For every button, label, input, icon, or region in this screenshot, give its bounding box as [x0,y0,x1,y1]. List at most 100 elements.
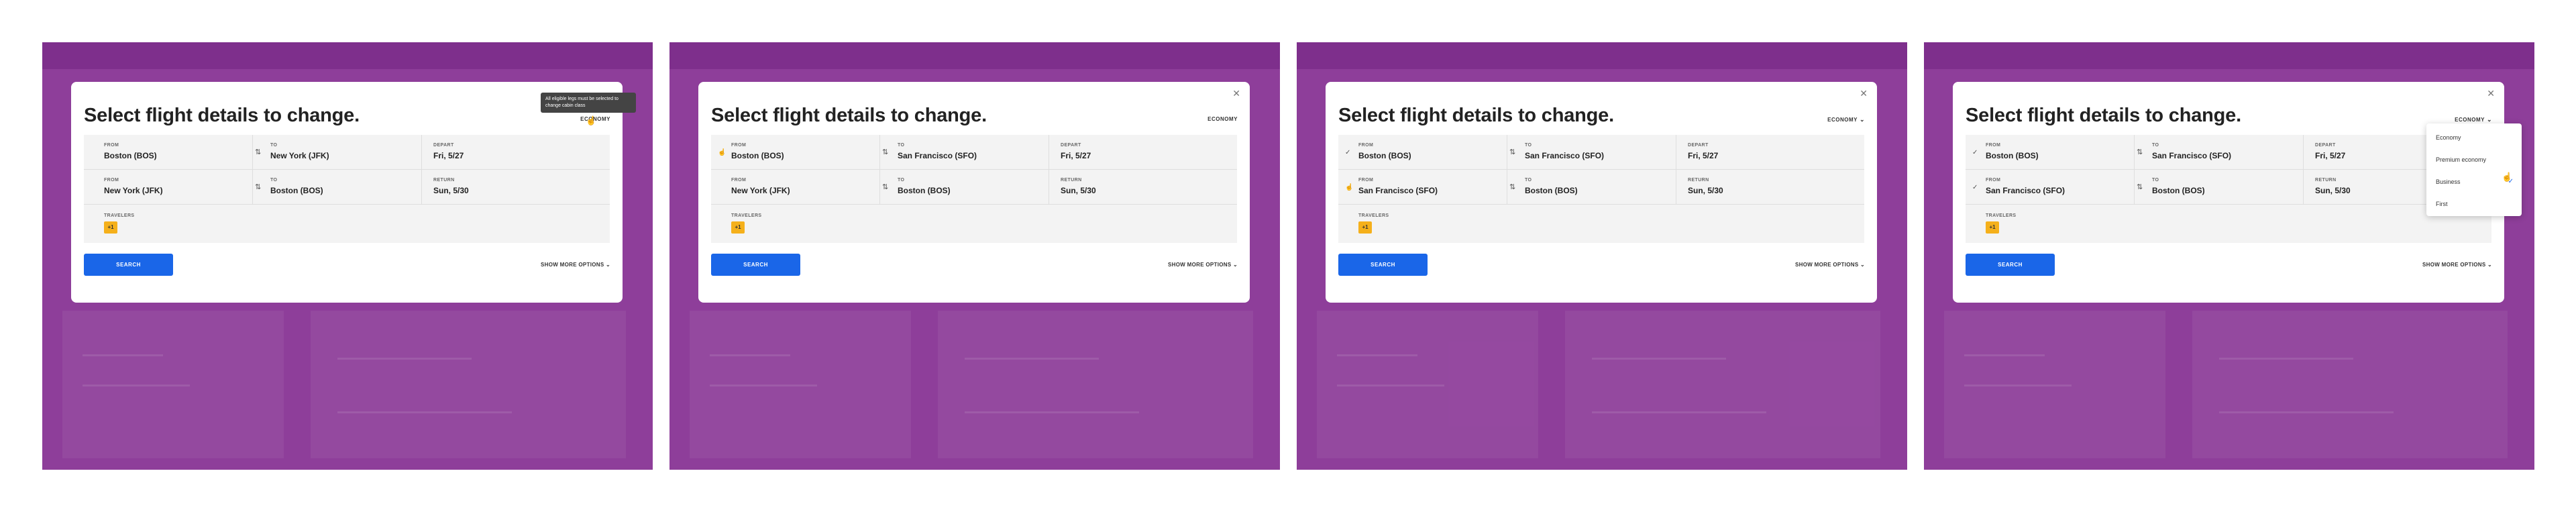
search-button[interactable]: SEARCH [711,254,800,276]
close-icon[interactable]: ✕ [1232,89,1240,98]
from-value: San Francisco (SFO) [1986,186,2065,195]
flight-form: ☝ FROM Boston (BOS) ⇅ TO San Francisco (… [711,135,1237,243]
backdrop-line [83,385,190,387]
backdrop-line [1337,354,1417,356]
from-field[interactable]: FROM San Francisco (SFO) [1966,170,2135,205]
more-options-label: SHOW MORE OPTIONS [2422,262,2486,268]
show-more-options-button[interactable]: SHOW MORE OPTIONS ⌄ [2422,262,2492,268]
travelers-field[interactable]: TRAVELERS +1 [84,205,610,243]
close-icon[interactable]: ✕ [2487,89,2495,98]
from-field[interactable]: FROM Boston (BOS) [1338,135,1507,170]
chevron-down-icon: ⌄ [1232,262,1238,268]
return-field[interactable]: RETURN Sun, 5/30 [1049,170,1237,205]
to-field[interactable]: TO New York (JFK) [253,135,422,170]
search-button[interactable]: SEARCH [84,254,173,276]
cabin-option-first[interactable]: First [2426,194,2522,216]
to-field[interactable]: TO Boston (BOS) [1507,170,1676,205]
depart-label: DEPART [1061,143,1081,148]
cabin-option-label: Business [2436,178,2461,185]
from-field[interactable]: FROM New York (JFK) [711,170,880,205]
to-field[interactable]: TO San Francisco (SFO) [1507,135,1676,170]
change-flight-dialog: ✕ Select flight details to change. ECONO… [1953,82,2522,303]
from-value: New York (JFK) [731,186,790,195]
from-value: Boston (BOS) [104,151,157,160]
to-label: TO [1525,178,1532,183]
to-label: TO [898,143,905,148]
flight-form: ✓ FROM Boston (BOS) ⇅ TO San Francisco (… [1966,135,2491,243]
trip-row-1: ✓ FROM Boston (BOS) ⇅ TO San Francisco (… [1338,135,1864,170]
show-more-options-button[interactable]: SHOW MORE OPTIONS ⌄ [1168,262,1238,268]
backdrop-line [1337,385,1444,387]
show-more-options-button[interactable]: SHOW MORE OPTIONS ⌄ [541,262,610,268]
backdrop-line [965,411,1139,413]
cabin-option-premium-economy[interactable]: Premium economy [2426,150,2522,172]
chevron-down-icon: ⌄ [1859,116,1865,123]
cabin-option-economy[interactable]: Economy [2426,127,2522,150]
from-label: FROM [731,143,747,148]
to-value: San Francisco (SFO) [898,151,977,160]
cabin-tooltip: All eligible legs must be selected to ch… [541,93,636,113]
cabin-class-select[interactable]: ECONOMY ⌄ [1827,116,1865,123]
to-field[interactable]: TO Boston (BOS) [253,170,422,205]
to-value: Boston (BOS) [898,186,951,195]
backdrop-line [337,411,512,413]
travelers-field[interactable]: TRAVELERS +1 [711,205,1237,243]
traveler-badge: +1 [1358,221,1372,234]
from-label: FROM [731,178,747,183]
traveler-badge: +1 [1986,221,1999,234]
backdrop-line [83,354,163,356]
depart-field[interactable]: DEPART Fri, 5/27 [422,135,610,170]
travelers-field[interactable]: TRAVELERS +1 [1966,205,2491,243]
show-more-options-button[interactable]: SHOW MORE OPTIONS ⌄ [1795,262,1865,268]
to-field[interactable]: TO San Francisco (SFO) [2135,135,2304,170]
to-label: TO [2152,178,2159,183]
flight-form: ✓ FROM Boston (BOS) ⇅ TO San Francisco (… [1338,135,1864,243]
cabin-class-select[interactable]: ECONOMY ⌄ [2455,116,2492,123]
depart-field[interactable]: DEPART Fri, 5/27 [1676,135,1864,170]
backdrop-header [1297,42,1907,69]
from-field[interactable]: FROM Boston (BOS) [711,135,880,170]
backdrop-line [1592,358,1726,360]
dialog-title: Select flight details to change. [1338,105,1614,126]
backdrop-header [42,42,653,69]
from-label: FROM [1358,143,1374,148]
from-value: San Francisco (SFO) [1358,186,1438,195]
search-button[interactable]: SEARCH [1966,254,2055,276]
from-field[interactable]: FROM San Francisco (SFO) [1338,170,1507,205]
hand-cursor-icon: ☝ [2502,172,2513,182]
from-label: FROM [1358,178,1374,183]
traveler-badge: +1 [104,221,117,234]
to-field[interactable]: TO San Francisco (SFO) [880,135,1049,170]
from-field[interactable]: FROM New York (JFK) [84,170,253,205]
to-field[interactable]: TO Boston (BOS) [2135,170,2304,205]
travelers-label: TRAVELERS [731,213,762,218]
traveler-badge: +1 [731,221,745,234]
travelers-field[interactable]: TRAVELERS +1 [1338,205,1864,243]
depart-field[interactable]: DEPART Fri, 5/27 [1049,135,1237,170]
to-field[interactable]: TO Boston (BOS) [880,170,1049,205]
trip-row-1: FROM Boston (BOS) ⇅ TO New York (JFK) DE… [84,135,610,170]
trip-row-1: ✓ FROM Boston (BOS) ⇅ TO San Francisco (… [1966,135,2491,170]
backdrop-line [337,358,472,360]
trip-row-2: FROM New York (JFK) ⇅ TO Boston (BOS) RE… [711,170,1237,205]
cabin-class-select[interactable]: ECONOMY [1208,116,1238,122]
travelers-label: TRAVELERS [1358,213,1389,218]
return-field[interactable]: RETURN Sun, 5/30 [422,170,610,205]
from-field[interactable]: FROM Boston (BOS) [84,135,253,170]
from-value: New York (JFK) [104,186,163,195]
return-value: Sun, 5/30 [1688,186,1723,195]
from-label: FROM [1986,143,2001,148]
screen-panel-4: ✕ Select flight details to change. ECONO… [1924,42,2534,470]
screen-panel-3: ✕ Select flight details to change. ECONO… [1297,42,1907,470]
return-field[interactable]: RETURN Sun, 5/30 [1676,170,1864,205]
travelers-label: TRAVELERS [1986,213,2017,218]
backdrop-line [1964,385,2072,387]
backdrop-line [2219,411,2394,413]
search-button[interactable]: SEARCH [1338,254,1428,276]
backdrop-header [669,42,1280,69]
from-field[interactable]: FROM Boston (BOS) [1966,135,2135,170]
from-value: Boston (BOS) [1358,151,1411,160]
from-label: FROM [1986,178,2001,183]
return-label: RETURN [1688,178,1709,183]
close-icon[interactable]: ✕ [1860,89,1868,98]
